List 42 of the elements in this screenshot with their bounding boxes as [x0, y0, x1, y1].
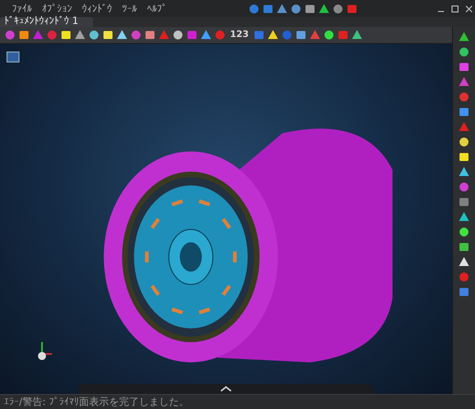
- menu-item[interactable]: ﾌｧｲﾙ: [8, 2, 36, 14]
- expand-handle-icon[interactable]: [220, 386, 232, 392]
- menu-item[interactable]: ﾂｰﾙ: [118, 2, 141, 14]
- document-tab[interactable]: ﾄﾞｷｭﾒﾝﾄｳｨﾝﾄﾞｳ 1: [0, 17, 93, 27]
- toolbar-icon[interactable]: [144, 29, 156, 41]
- toolbar-icon[interactable]: [262, 2, 274, 14]
- toolbar-icon[interactable]: [332, 2, 344, 14]
- toolbar-icon[interactable]: [290, 2, 302, 14]
- side-toolbar-icon[interactable]: [458, 106, 470, 118]
- toolbar-icon[interactable]: [318, 2, 330, 14]
- toolbar-icon[interactable]: [74, 29, 86, 41]
- status-message: ｴﾗｰ/警告: ﾌﾟﾗｲﾏﾘ面表示を完了しました。: [4, 396, 189, 409]
- menu-item[interactable]: ｵﾌﾟｼｮﾝ: [38, 2, 76, 14]
- toolbar-icon[interactable]: [266, 29, 279, 41]
- toolbar-icon[interactable]: [102, 29, 114, 41]
- side-toolbar-icon[interactable]: [458, 46, 470, 58]
- close-icon[interactable]: [463, 2, 475, 14]
- menu-item[interactable]: ﾍﾙﾌﾟ: [143, 2, 171, 14]
- maximize-icon[interactable]: [449, 2, 461, 14]
- side-toolbar-icon[interactable]: [458, 241, 470, 253]
- side-toolbar-icon[interactable]: [458, 211, 470, 223]
- side-toolbar-icon[interactable]: [458, 226, 470, 238]
- view-icon[interactable]: [6, 51, 20, 63]
- toolbar-icon[interactable]: [172, 29, 184, 41]
- toolbar-icon[interactable]: [88, 29, 100, 41]
- toolbar-icon[interactable]: [60, 29, 72, 41]
- toolbar-icon[interactable]: [304, 2, 316, 14]
- toolbar-icon[interactable]: [276, 2, 288, 14]
- side-toolbar-icon[interactable]: [458, 136, 470, 148]
- side-toolbar-icon[interactable]: [458, 151, 470, 163]
- toolbar-icon[interactable]: [322, 29, 335, 41]
- menu-item[interactable]: ｳｨﾝﾄﾞｳ: [78, 2, 116, 14]
- number-toggle[interactable]: 123: [228, 30, 251, 40]
- side-toolbar-icon[interactable]: [458, 166, 470, 178]
- toolbar-icon[interactable]: [350, 29, 363, 41]
- toolbar-icon[interactable]: [294, 29, 307, 41]
- toolbar-icon[interactable]: [18, 29, 30, 41]
- toolbar-icon[interactable]: [116, 29, 128, 41]
- side-toolbar-icon[interactable]: [458, 256, 470, 268]
- toolbar-icon[interactable]: [200, 29, 212, 41]
- toolbar-icon[interactable]: [248, 2, 260, 14]
- side-toolbar-icon[interactable]: [458, 31, 470, 43]
